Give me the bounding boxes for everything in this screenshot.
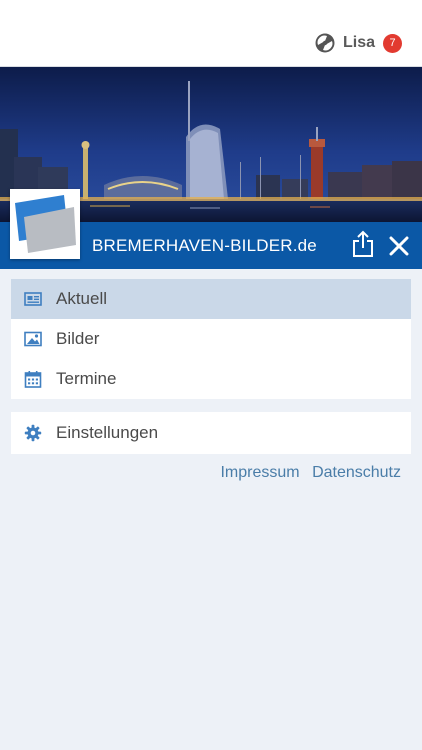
menu-item-bilder[interactable]: Bilder [11, 319, 411, 359]
datenschutz-link[interactable]: Datenschutz [312, 464, 401, 481]
footer-links: Impressum Datenschutz [220, 464, 401, 482]
main-menu: Aktuell Bilder Termine [11, 279, 411, 399]
menu-item-label: Bilder [56, 329, 100, 348]
menu-item-einstellungen[interactable]: Einstellungen [11, 412, 411, 454]
impressum-link[interactable]: Impressum [220, 464, 299, 481]
newspaper-icon [24, 292, 42, 306]
menu-item-label: Termine [56, 369, 117, 388]
image-icon [24, 331, 42, 347]
menu-item-label: Aktuell [56, 289, 108, 308]
gear-icon [24, 424, 42, 442]
menu-item-label: Einstellungen [56, 423, 159, 442]
calendar-icon [24, 371, 42, 388]
site-logo [10, 189, 80, 259]
user-menu[interactable]: Lisa 7 [315, 33, 402, 53]
menu-item-aktuell[interactable]: Aktuell [11, 279, 411, 319]
notification-badge[interactable]: 7 [383, 33, 402, 53]
top-bar: Lisa 7 [0, 0, 422, 67]
logo-image [15, 195, 76, 253]
menu-item-termine[interactable]: Termine [11, 359, 411, 399]
user-ring-icon [315, 33, 335, 53]
site-title: BREMERHAVEN-BILDER.de [92, 236, 317, 255]
close-icon[interactable] [388, 235, 410, 257]
share-icon[interactable] [351, 230, 375, 258]
settings-menu: Einstellungen [11, 412, 411, 454]
user-name: Lisa [342, 34, 375, 51]
